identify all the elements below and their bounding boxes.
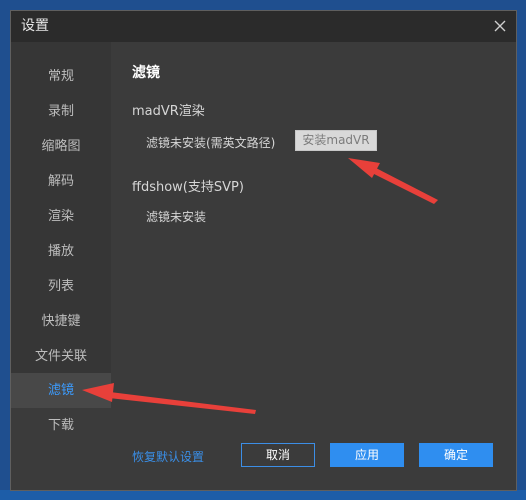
sidebar-item-general[interactable]: 常规 [11, 59, 111, 94]
dialog-title: 设置 [21, 18, 49, 34]
sidebar-item-filters[interactable]: 滤镜 [11, 373, 111, 408]
sidebar-item-hotkeys[interactable]: 快捷键 [11, 304, 111, 339]
sidebar-item-thumbnail[interactable]: 缩略图 [11, 129, 111, 164]
sidebar-item-playlist[interactable]: 列表 [11, 269, 111, 304]
settings-sidebar: 常规 录制 缩略图 解码 渲染 播放 列表 快捷键 文件关联 [11, 42, 111, 375]
cancel-button[interactable]: 取消 [241, 443, 315, 467]
close-icon[interactable] [490, 16, 510, 36]
ffdshow-status: 滤镜未安装 [146, 210, 207, 224]
madvr-group-title: madVR渲染 [132, 104, 205, 119]
settings-dialog: 设置 常规 录制 缩略图 解码 渲染 播放 列表 快捷键 文件关联 滤镜 下载 … [10, 10, 517, 491]
sidebar-item-download[interactable]: 下载 [11, 408, 111, 443]
sidebar-item-playback[interactable]: 播放 [11, 234, 111, 269]
ffdshow-group-title: ffdshow(支持SVP) [132, 180, 244, 195]
apply-button[interactable]: 应用 [330, 443, 404, 467]
madvr-status: 滤镜未安装(需英文路径) [146, 136, 276, 150]
filters-panel: 滤镜 madVR渲染 滤镜未安装(需英文路径) 安装madVR ffdshow(… [111, 42, 516, 490]
sidebar-item-record[interactable]: 录制 [11, 94, 111, 129]
section-title: 滤镜 [132, 65, 160, 81]
sidebar-item-decode[interactable]: 解码 [11, 164, 111, 199]
ok-button[interactable]: 确定 [419, 443, 493, 467]
restore-defaults-link[interactable]: 恢复默认设置 [132, 448, 204, 465]
sidebar-item-render[interactable]: 渲染 [11, 199, 111, 234]
sidebar-item-file-association[interactable]: 文件关联 [11, 339, 111, 374]
install-madvr-button[interactable]: 安装madVR [295, 130, 377, 151]
desktop-taskbar-strip [0, 490, 526, 500]
title-bar: 设置 [11, 11, 516, 42]
